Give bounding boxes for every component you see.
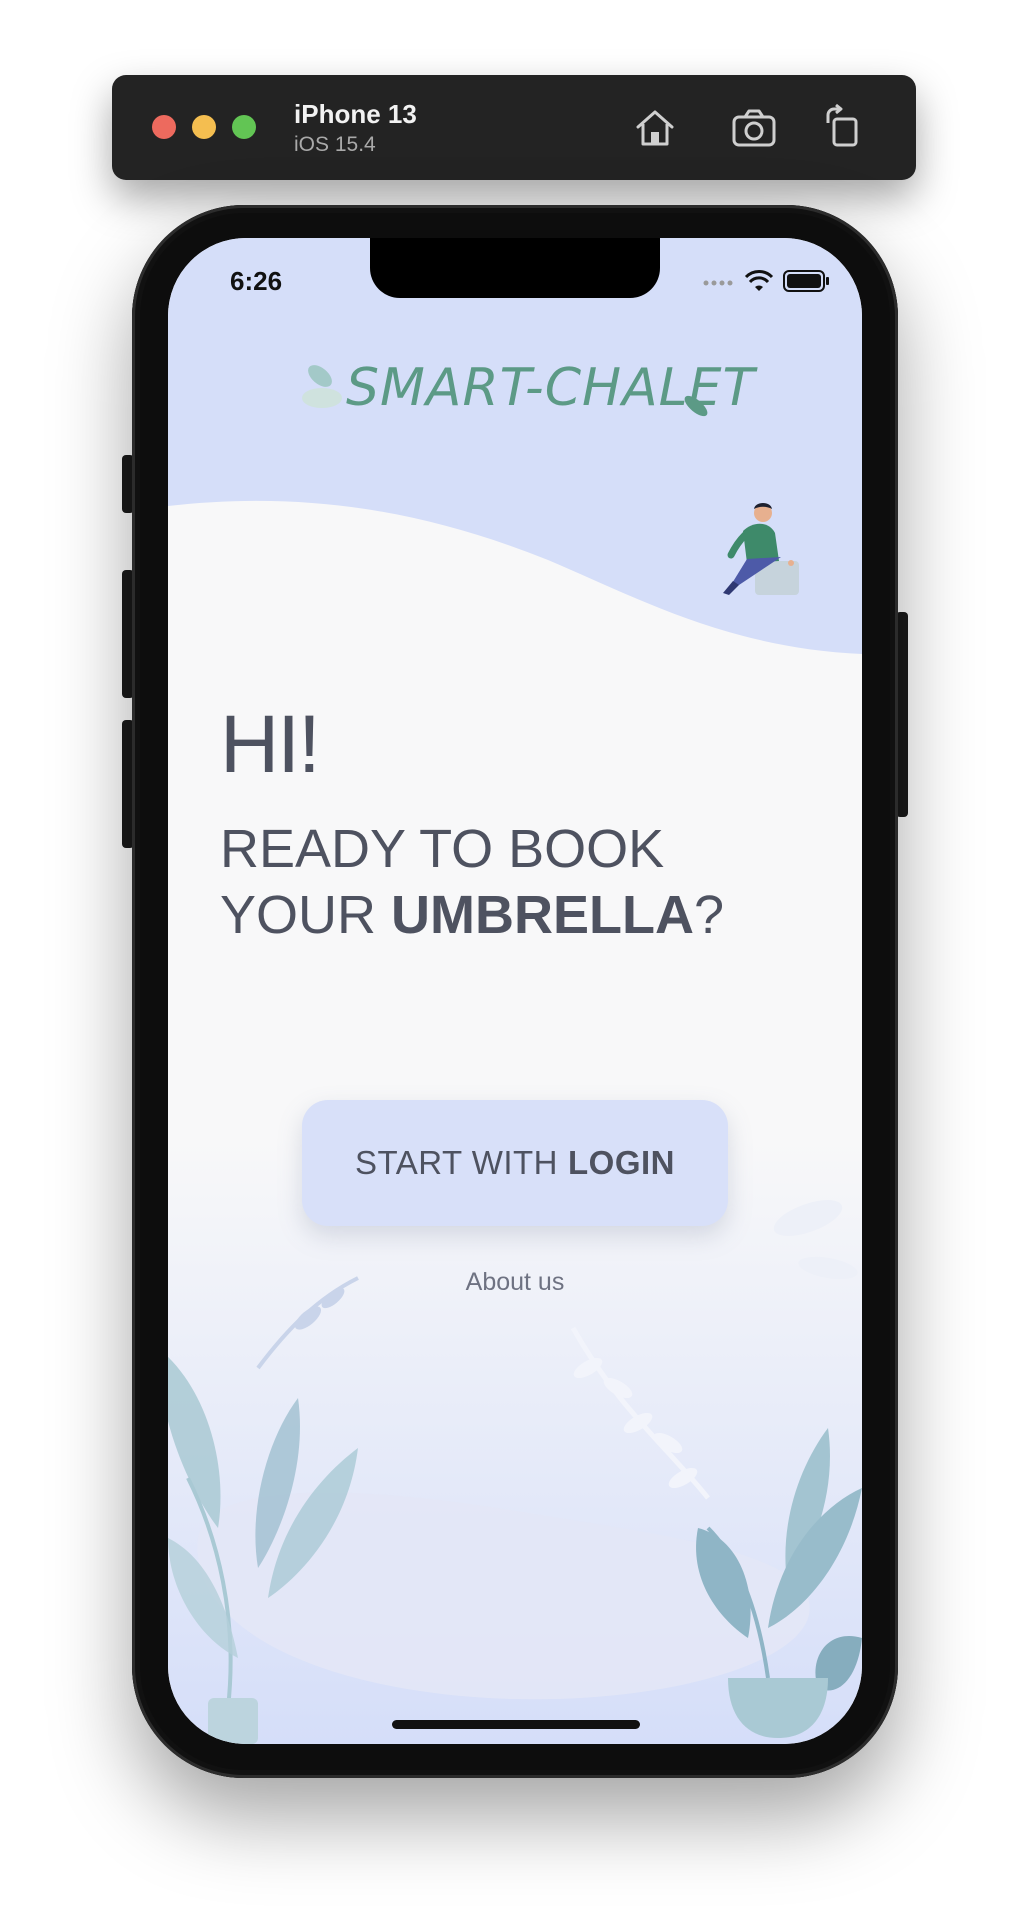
battery-icon	[783, 270, 829, 292]
app-screen: 6:26 SMART-CHALET HI! READY TO BOOK YOUR…	[168, 238, 862, 1744]
leaf-small-icon	[684, 395, 708, 417]
background-illustration	[168, 238, 862, 1744]
cellular-icon	[703, 280, 733, 286]
device-name: iPhone 13	[294, 99, 417, 129]
minimize-window-button[interactable]	[192, 115, 216, 139]
simulator-toolbar: iPhone 13 iOS 15.4	[112, 75, 916, 180]
wifi-icon	[744, 270, 774, 291]
close-window-button[interactable]	[152, 115, 176, 139]
simulator-stage: iPhone 13 iOS 15.4 6:26 SMART-CHALET HI!…	[0, 0, 1030, 1932]
welcome-subheading: READY TO BOOK YOUR UMBRELLA?	[220, 816, 820, 948]
subheading-line2-suffix: ?	[694, 885, 725, 945]
status-time: 6:26	[230, 266, 283, 296]
zoom-window-button[interactable]	[232, 115, 256, 139]
home-icon[interactable]	[630, 103, 680, 153]
status-icons	[703, 270, 829, 292]
greeting-heading: HI!	[220, 699, 321, 790]
login-button-prefix: START WITH	[355, 1144, 558, 1181]
rotate-icon[interactable]	[818, 103, 868, 153]
person-sitting-illustration	[723, 503, 799, 595]
screenshot-icon[interactable]	[729, 103, 779, 153]
subheading-line2-prefix: YOUR	[220, 885, 392, 945]
about-us-link[interactable]: About us	[168, 1268, 862, 1297]
start-login-button[interactable]: START WITH LOGIN	[302, 1100, 728, 1226]
subheading-highlight: UMBRELLA	[391, 885, 694, 945]
login-button-bold: LOGIN	[568, 1144, 675, 1181]
subheading-line1: READY TO BOOK	[220, 819, 665, 879]
home-indicator[interactable]	[392, 1720, 640, 1729]
brand-logo: SMART-CHALET	[298, 350, 754, 440]
device-notch	[370, 238, 660, 298]
os-version: iOS 15.4	[294, 133, 376, 156]
